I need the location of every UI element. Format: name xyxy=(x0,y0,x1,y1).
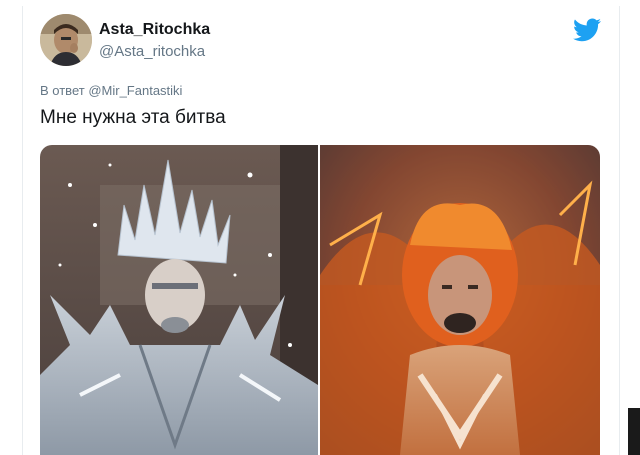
tweet-text: Мне нужна эта битва xyxy=(40,107,226,128)
twitter-bird-icon[interactable] xyxy=(573,18,601,42)
author-avatar[interactable] xyxy=(40,14,92,66)
author-display-name[interactable]: Asta_Ritochka xyxy=(99,21,210,39)
tweet-media[interactable] xyxy=(40,145,600,455)
reply-prefix: В ответ xyxy=(40,83,85,98)
tweet-card: Asta_Ritochka @Asta_ritochka В ответ @Mi… xyxy=(22,6,620,455)
scrollbar-thumb[interactable] xyxy=(628,408,640,455)
media-photo-ice-costume[interactable] xyxy=(40,145,318,455)
media-photo-fire-costume[interactable] xyxy=(320,145,600,455)
reply-context: В ответ @Mir_Fantastiki xyxy=(40,83,182,98)
reply-mention-link[interactable]: @Mir_Fantastiki xyxy=(88,83,182,98)
author-handle[interactable]: @Asta_ritochka xyxy=(99,43,205,60)
avatar-image xyxy=(40,14,92,66)
